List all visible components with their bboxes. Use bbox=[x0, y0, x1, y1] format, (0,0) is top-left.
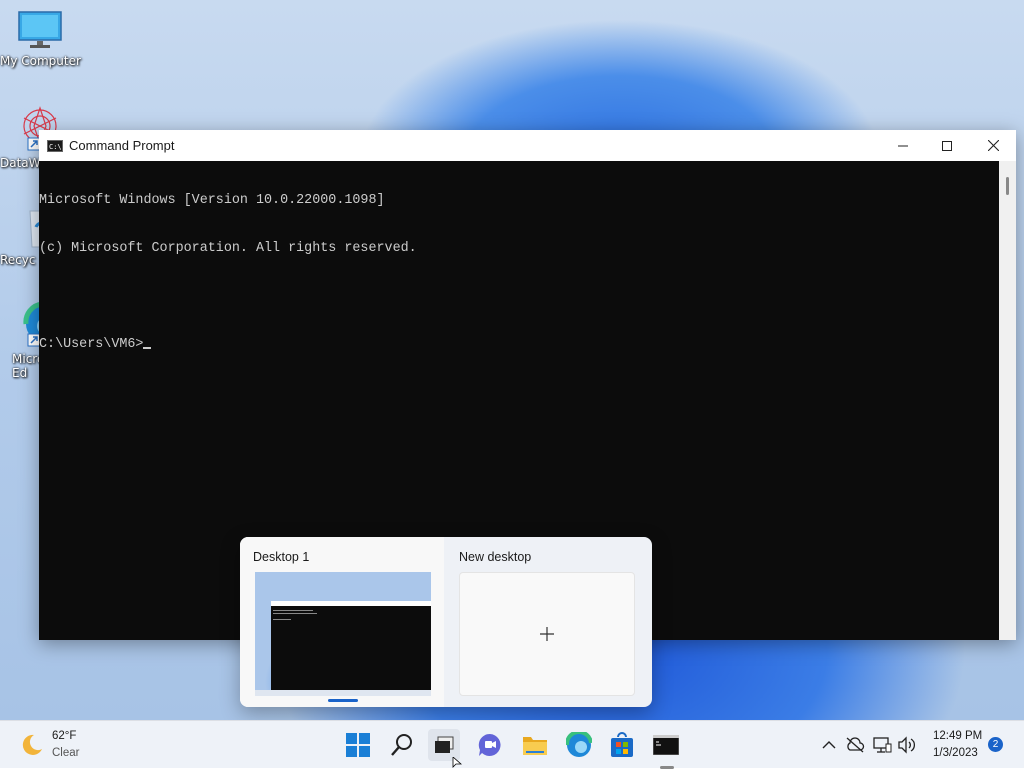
vertical-scrollbar[interactable] bbox=[999, 161, 1016, 640]
start-icon bbox=[346, 733, 370, 757]
clock-date[interactable]: 1/3/2023 bbox=[933, 747, 978, 759]
taskbar: 62°F Clear 12:49 PM 1/3/2023 2 bbox=[0, 720, 1024, 769]
notification-badge[interactable]: 2 bbox=[988, 737, 1003, 752]
clock-time[interactable]: 12:49 PM bbox=[933, 730, 982, 742]
desktop-card-1[interactable]: Desktop 1 bbox=[240, 537, 444, 707]
search-icon bbox=[391, 734, 412, 756]
new-desktop-button[interactable] bbox=[459, 572, 635, 696]
teams-chat-icon bbox=[478, 733, 501, 756]
network-icon bbox=[873, 737, 892, 753]
edge-icon bbox=[566, 732, 592, 757]
weather-widget[interactable] bbox=[14, 729, 50, 761]
virtual-desktops-panel: Desktop 1 New desktop bbox=[240, 537, 652, 707]
active-desktop-indicator bbox=[328, 699, 358, 702]
terminal-icon bbox=[653, 735, 679, 755]
close-icon bbox=[987, 140, 999, 151]
console-prompt: C:\Users\VM6> bbox=[39, 337, 144, 352]
window-title: Command Prompt bbox=[69, 138, 175, 153]
thumbnail-window bbox=[271, 601, 431, 695]
store-icon bbox=[611, 732, 633, 757]
command-prompt-taskbar-button[interactable] bbox=[650, 729, 682, 761]
desktop-icon-my-computer[interactable]: My Computer bbox=[0, 10, 81, 68]
file-explorer-button[interactable] bbox=[519, 729, 551, 761]
maximize-icon bbox=[942, 140, 952, 151]
maximize-button[interactable] bbox=[924, 130, 970, 161]
desktop-icon-label: My Computer bbox=[0, 54, 81, 68]
thumbnail-line bbox=[273, 613, 317, 614]
desktop-thumbnail[interactable] bbox=[255, 572, 431, 696]
close-button[interactable] bbox=[970, 130, 1016, 161]
search-button[interactable] bbox=[386, 729, 418, 761]
weather-temperature: 62°F bbox=[52, 730, 77, 742]
console-line: Microsoft Windows [Version 10.0.22000.10… bbox=[39, 193, 385, 208]
thumbnail-line bbox=[273, 610, 313, 611]
volume-icon bbox=[898, 736, 915, 754]
moon-icon bbox=[22, 734, 42, 755]
start-button[interactable] bbox=[342, 729, 374, 761]
thumbnail-taskbar bbox=[255, 690, 431, 696]
edge-browser-button[interactable] bbox=[563, 729, 595, 761]
network-button[interactable] bbox=[870, 729, 894, 761]
monitor-icon bbox=[18, 11, 62, 48]
console-prompt-line[interactable]: C:\Users\VM6> bbox=[39, 337, 999, 353]
cloud-off-icon bbox=[846, 737, 865, 753]
chevron-up-icon bbox=[822, 741, 836, 749]
show-hidden-icons-button[interactable] bbox=[818, 729, 840, 761]
mouse-pointer-icon bbox=[452, 757, 462, 768]
minimize-icon bbox=[898, 145, 908, 146]
console-line: (c) Microsoft Corporation. All rights re… bbox=[39, 241, 417, 256]
desktop-background: My Computer DataW Recyc Micro Ed C:\ Com… bbox=[0, 0, 1024, 720]
store-button[interactable] bbox=[606, 729, 638, 761]
title-bar[interactable]: C:\ Command Prompt bbox=[39, 130, 1016, 161]
cmd-app-icon: C:\ bbox=[47, 139, 63, 152]
plus-icon bbox=[540, 627, 554, 641]
desktop-card-label: New desktop bbox=[459, 550, 532, 564]
scrollbar-thumb[interactable] bbox=[1006, 177, 1009, 195]
file-explorer-icon bbox=[523, 737, 547, 755]
volume-button[interactable] bbox=[894, 729, 920, 761]
thumbnail-line bbox=[273, 619, 291, 620]
chat-button[interactable] bbox=[474, 729, 506, 761]
desktop-card-label: Desktop 1 bbox=[253, 550, 310, 564]
onedrive-button[interactable] bbox=[842, 729, 868, 761]
minimize-button[interactable] bbox=[880, 130, 926, 161]
task-view-icon bbox=[435, 736, 454, 753]
text-cursor bbox=[143, 347, 152, 349]
weather-condition: Clear bbox=[52, 747, 80, 759]
